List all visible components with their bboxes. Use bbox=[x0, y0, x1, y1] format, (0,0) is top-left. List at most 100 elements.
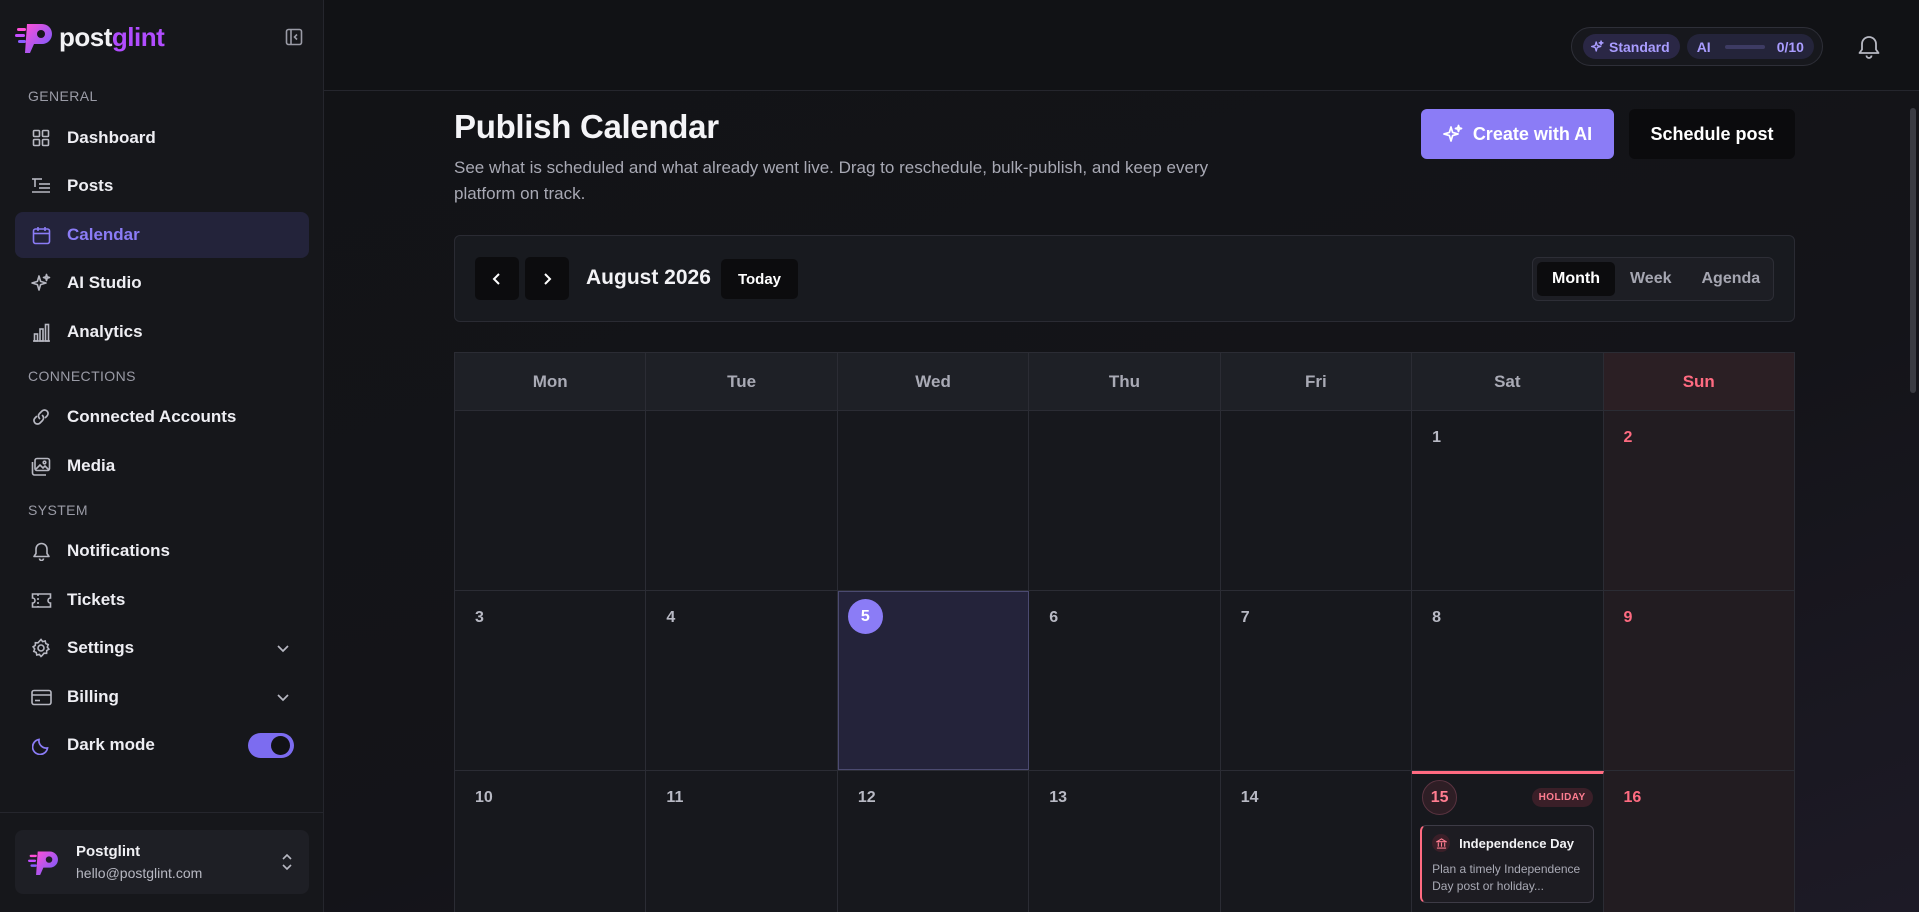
sparkle-icon bbox=[30, 272, 52, 294]
chevron-right-icon bbox=[544, 272, 552, 285]
calendar-day-cell-sunday[interactable]: 16 bbox=[1603, 771, 1794, 912]
user-account-switcher[interactable]: Postglint hello@postglint.com bbox=[15, 830, 309, 894]
divider bbox=[0, 812, 324, 813]
create-with-ai-label: Create with AI bbox=[1472, 123, 1593, 144]
sidebar-item-notifications[interactable]: Notifications bbox=[15, 528, 309, 574]
holiday-badge: HOLIDAY bbox=[1531, 788, 1593, 807]
day-number: 1 bbox=[1432, 429, 1442, 446]
scrollbar[interactable] bbox=[1910, 108, 1916, 393]
logo-text: postglint bbox=[59, 21, 165, 52]
sidebar-item-label: Posts bbox=[67, 176, 114, 195]
day-number: 4 bbox=[666, 609, 676, 626]
collapse-sidebar-button[interactable] bbox=[283, 26, 305, 48]
sidebar-item-calendar[interactable]: Calendar bbox=[15, 212, 309, 258]
sidebar-item-tickets[interactable]: Tickets bbox=[15, 577, 309, 623]
calendar-day-cell[interactable]: 7 bbox=[1220, 591, 1413, 770]
calendar-icon bbox=[30, 224, 52, 246]
calendar-day-cell[interactable]: 1 bbox=[1412, 411, 1604, 590]
user-name: Postglint bbox=[76, 843, 141, 860]
day-number: 13 bbox=[1049, 789, 1068, 806]
bell-icon bbox=[30, 540, 52, 562]
chevron-up-down-icon bbox=[282, 853, 292, 871]
dark-mode-toggle[interactable] bbox=[248, 733, 294, 758]
current-month-label: August 2026 bbox=[586, 266, 711, 289]
sparkle-icon bbox=[1591, 40, 1604, 52]
section-label-system: SYSTEM bbox=[28, 502, 88, 518]
holiday-event-card[interactable]: Independence Day Plan a timely Independe… bbox=[1420, 825, 1595, 903]
ticket-icon bbox=[30, 589, 52, 611]
calendar-day-cell-today[interactable]: 5 bbox=[837, 591, 1030, 770]
day-number: 11 bbox=[666, 789, 684, 806]
sidebar-item-dark-mode: Dark mode bbox=[15, 722, 309, 768]
sidebar-item-posts[interactable]: Posts bbox=[15, 163, 309, 209]
sidebar-item-analytics[interactable]: Analytics bbox=[15, 309, 309, 355]
calendar-day-cell[interactable]: 12 bbox=[837, 771, 1030, 912]
sidebar-item-connected-accounts[interactable]: Connected Accounts bbox=[15, 394, 309, 440]
sidebar-item-label: Analytics bbox=[67, 322, 143, 341]
calendar-day-cell[interactable]: 14 bbox=[1220, 771, 1413, 912]
calendar-day-cell[interactable]: 10 bbox=[455, 771, 647, 912]
view-agenda-tab[interactable]: Agenda bbox=[1687, 262, 1776, 296]
calendar-day-cell-holiday[interactable]: 15 HOLIDAY Independence Day Plan a timel… bbox=[1412, 771, 1604, 912]
event-header: Independence Day bbox=[1432, 834, 1583, 852]
sidebar-item-label: Dashboard bbox=[67, 128, 156, 147]
calendar-day-cell[interactable]: 11 bbox=[646, 771, 838, 912]
day-number: 9 bbox=[1623, 609, 1633, 626]
calendar-week-row: 3 4 5 6 7 8 9 bbox=[455, 591, 1794, 771]
logo[interactable]: postglint bbox=[15, 16, 305, 58]
plan-badge[interactable]: Standard bbox=[1583, 34, 1680, 59]
view-month-tab[interactable]: Month bbox=[1537, 262, 1615, 296]
create-with-ai-button[interactable]: Create with AI bbox=[1421, 109, 1614, 159]
notifications-bell-icon[interactable] bbox=[1856, 33, 1882, 59]
calendar-day-cell[interactable] bbox=[1220, 411, 1413, 590]
calendar-week-row: 1 2 bbox=[455, 411, 1794, 591]
previous-month-button[interactable] bbox=[475, 257, 519, 300]
card-icon bbox=[30, 686, 52, 708]
ai-usage-bar bbox=[1724, 44, 1765, 49]
view-week-tab[interactable]: Week bbox=[1615, 262, 1687, 296]
calendar-day-cell[interactable]: 13 bbox=[1029, 771, 1221, 912]
sidebar-collapse-icon bbox=[285, 28, 303, 46]
sidebar-item-ai-studio[interactable]: AI Studio bbox=[15, 260, 309, 306]
toggle-knob bbox=[271, 736, 290, 755]
calendar-day-cell[interactable] bbox=[646, 411, 838, 590]
calendar-day-cell[interactable]: 3 bbox=[455, 591, 647, 770]
dashboard-icon bbox=[30, 127, 52, 149]
sidebar-item-label: Connected Accounts bbox=[67, 407, 237, 426]
calendar-day-cell-sunday[interactable]: 9 bbox=[1603, 591, 1794, 770]
link-icon bbox=[30, 406, 52, 428]
chevron-left-icon bbox=[492, 272, 500, 285]
sidebar-item-billing[interactable]: Billing bbox=[15, 674, 309, 720]
calendar-day-cell[interactable] bbox=[837, 411, 1030, 590]
calendar-day-cell[interactable]: 4 bbox=[646, 591, 838, 770]
day-number: 7 bbox=[1240, 609, 1250, 626]
chevron-down-icon bbox=[277, 694, 289, 702]
bar-chart-icon bbox=[30, 321, 52, 343]
next-month-button[interactable] bbox=[525, 257, 569, 300]
calendar-day-cell-sunday[interactable]: 2 bbox=[1603, 411, 1794, 590]
weekday-header: Tue bbox=[646, 353, 838, 410]
calendar-day-cell[interactable]: 8 bbox=[1412, 591, 1604, 770]
today-day-number: 5 bbox=[847, 599, 883, 634]
weekday-header: Sat bbox=[1412, 353, 1604, 410]
day-number: 16 bbox=[1623, 789, 1642, 806]
user-email: hello@postglint.com bbox=[76, 865, 203, 881]
weekday-header-sunday: Sun bbox=[1603, 353, 1794, 410]
day-number: 8 bbox=[1432, 609, 1442, 626]
sidebar-item-settings[interactable]: Settings bbox=[15, 625, 309, 671]
calendar-day-cell[interactable]: 6 bbox=[1029, 591, 1221, 770]
weekday-header-row: Mon Tue Wed Thu Fri Sat Sun bbox=[455, 353, 1794, 411]
calendar-week-row: 10 11 12 13 14 15 HOLIDAY Independence D… bbox=[455, 771, 1794, 912]
schedule-post-button[interactable]: Schedule post bbox=[1629, 109, 1795, 159]
calendar-day-cell[interactable] bbox=[1029, 411, 1221, 590]
today-button[interactable]: Today bbox=[721, 259, 798, 299]
day-number: 3 bbox=[475, 609, 484, 626]
day-number: 2 bbox=[1623, 429, 1633, 446]
calendar-day-cell[interactable] bbox=[455, 411, 647, 590]
sidebar-item-dashboard[interactable]: Dashboard bbox=[15, 115, 309, 161]
event-description: Plan a timely Independence Day post or h… bbox=[1432, 862, 1581, 893]
sidebar-item-label: Billing bbox=[67, 687, 119, 706]
sidebar-item-media[interactable]: Media bbox=[15, 443, 309, 489]
day-number: 14 bbox=[1240, 789, 1259, 806]
day-number: 10 bbox=[475, 789, 493, 806]
